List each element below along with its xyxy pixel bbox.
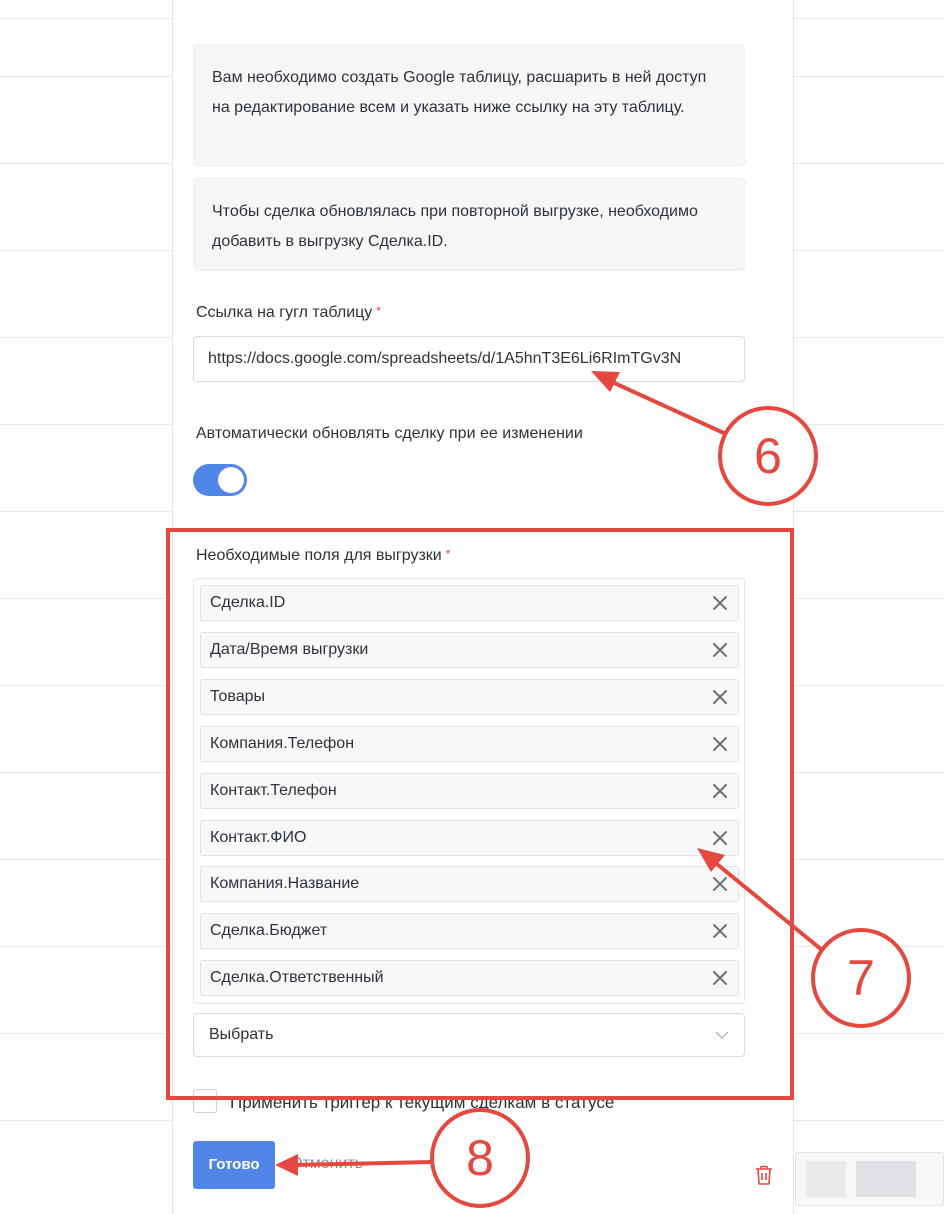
annotation-number: 7	[847, 950, 875, 1006]
fields-highlight-box	[166, 528, 794, 1100]
arrow-line	[609, 379, 727, 436]
arrow-line	[291, 1160, 433, 1167]
arrow-head	[275, 1154, 298, 1176]
annotation-number: 8	[466, 1130, 494, 1186]
annotation-overlay	[166, 371, 911, 1208]
arrow-line	[710, 858, 824, 952]
annotation-number: 6	[754, 428, 782, 484]
